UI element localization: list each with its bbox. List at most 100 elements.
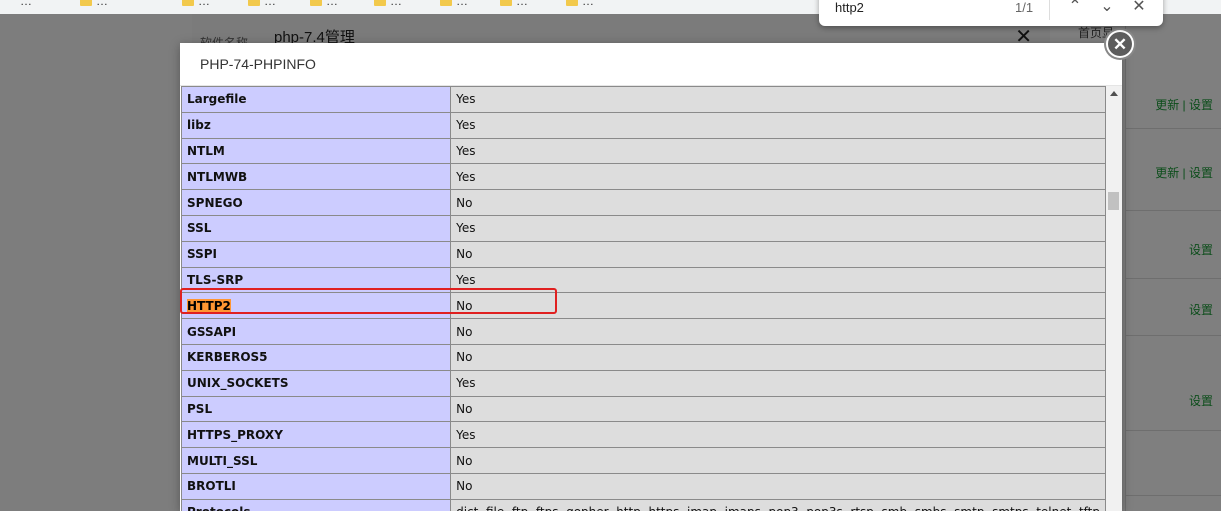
find-next-icon[interactable]: ⌄ (1097, 0, 1117, 16)
table-row: NTLM Yes (180, 137, 1106, 165)
bookmark-item[interactable]: … (500, 0, 528, 8)
row-label: GSSAPI (187, 324, 237, 339)
bookmark-item[interactable]: … (20, 0, 32, 8)
row-label: NTLM (187, 143, 225, 158)
row-label: SSPI (187, 247, 218, 262)
folder-icon (310, 0, 322, 7)
directive-name: HTTPS_PROXY (180, 421, 452, 449)
directive-value: Yes (450, 111, 1106, 139)
row-label: NTLMWB (187, 169, 248, 184)
table-row: HTTPS_PROXY Yes (180, 421, 1106, 449)
find-input[interactable]: http2 (835, 0, 864, 15)
find-previous-icon[interactable]: ⌃ (1065, 0, 1085, 16)
phpinfo-content[interactable]: Largefile Yes libz Yes NTLM Yes NTLMWB Yes SPNEG… (180, 86, 1106, 511)
bookmark-item[interactable]: … (248, 0, 276, 8)
directive-name: MULTI_SSL (180, 447, 452, 474)
column-divider (1125, 14, 1126, 511)
row-label: UNIX_SOCKETS (187, 376, 289, 391)
row-value: Yes (456, 376, 476, 391)
row-value: No (456, 195, 473, 210)
directive-value: Yes (450, 86, 1106, 113)
find-highlight: HTTP2 (187, 298, 231, 313)
phpinfo-table: Largefile Yes libz Yes NTLM Yes NTLMWB Yes SPNEG… (180, 86, 1106, 511)
row-label: libz (187, 118, 211, 133)
directive-name: TLS-SRP (180, 266, 452, 294)
folder-icon (80, 0, 92, 7)
row-value: Yes (456, 169, 476, 184)
row-value: No (456, 479, 473, 494)
row-label: Largefile (187, 92, 247, 107)
row-value: No (456, 401, 473, 416)
settings-link[interactable]: 设置 (1189, 241, 1213, 258)
bookmark-item[interactable]: … (566, 0, 594, 8)
directive-value: dict, file, ftp, ftps, gopher, http, htt… (450, 498, 1106, 511)
table-row: UNIX_SOCKETS Yes (180, 369, 1106, 397)
directive-value: Yes (450, 266, 1106, 294)
directive-name: BROTLI (180, 472, 452, 500)
row-label: PSL (187, 401, 213, 416)
directive-value: No (450, 189, 1106, 216)
folder-icon (182, 0, 194, 7)
directive-value: Yes (450, 137, 1106, 165)
row-divider (1125, 210, 1221, 211)
row-value: No (456, 247, 473, 262)
row-label: Protocols (187, 505, 251, 511)
folder-icon (440, 0, 452, 7)
row-label: TLS-SRP (187, 272, 244, 287)
table-row: BROTLI No (180, 472, 1106, 500)
bookmark-item[interactable]: … (440, 0, 468, 8)
scroll-up-arrow-icon[interactable] (1110, 91, 1118, 96)
find-close-icon[interactable]: ✕ (1129, 0, 1149, 16)
row-label: HTTPS_PROXY (187, 427, 283, 442)
directive-value: No (450, 343, 1106, 371)
modal-close-button[interactable]: ✕ (1106, 30, 1134, 58)
bookmark-item[interactable]: … (182, 0, 210, 8)
update-settings-link[interactable]: 更新 | 设置 (1155, 96, 1213, 113)
table-row: HTTP2 No (180, 292, 1106, 320)
update-settings-link[interactable]: 更新 | 设置 (1155, 164, 1213, 181)
directive-value: Yes (450, 369, 1106, 397)
table-row: Largefile Yes (180, 86, 1106, 113)
row-value: Yes (456, 118, 476, 133)
folder-icon (248, 0, 260, 7)
directive-name: NTLMWB (180, 163, 452, 191)
directive-name: libz (180, 111, 452, 139)
find-divider (1049, 0, 1050, 20)
folder-icon (500, 0, 512, 7)
scrollbar-thumb[interactable] (1108, 192, 1119, 210)
row-label: SSL (187, 221, 212, 236)
row-label: SPNEGO (187, 195, 243, 210)
table-row: PSL No (180, 395, 1106, 423)
row-value: No (456, 453, 473, 468)
table-row: TLS-SRP Yes (180, 266, 1106, 294)
table-row: GSSAPI No (180, 318, 1106, 345)
settings-link[interactable]: 设置 (1189, 301, 1213, 318)
bookmark-item[interactable]: … (374, 0, 402, 8)
settings-link[interactable]: 设置 (1189, 392, 1213, 409)
bookmark-item[interactable]: … (310, 0, 338, 8)
directive-value: Yes (450, 421, 1106, 449)
directive-name: NTLM (180, 137, 452, 165)
row-divider (1125, 278, 1221, 279)
directive-value: No (450, 395, 1106, 423)
row-divider (1125, 495, 1221, 496)
table-row: MULTI_SSL No (180, 447, 1106, 474)
table-row: SSPI No (180, 240, 1106, 268)
row-value: Yes (456, 143, 476, 158)
row-value: No (456, 298, 473, 313)
directive-name: GSSAPI (180, 318, 452, 345)
table-row: Protocols dict, file, ftp, ftps, gopher, … (180, 498, 1106, 511)
modal-title: PHP-74-PHPINFO (200, 56, 316, 72)
row-value: dict, file, ftp, ftps, gopher, http, htt… (456, 505, 1100, 511)
directive-value: Yes (450, 214, 1106, 242)
bookmark-item[interactable]: … (80, 0, 108, 8)
directive-value: No (450, 447, 1106, 474)
vertical-scrollbar[interactable] (1106, 86, 1122, 511)
row-value: Yes (456, 221, 476, 236)
phpinfo-modal: PHP-74-PHPINFO Largefile Yes libz Yes NTLM Ye… (180, 43, 1122, 511)
row-value: No (456, 350, 473, 365)
close-icon: ✕ (1108, 32, 1132, 56)
directive-value: No (450, 292, 1106, 320)
find-in-page-bar: http2 1/1 ⌃ ⌄ ✕ (819, 0, 1163, 26)
directive-value: Yes (450, 163, 1106, 191)
